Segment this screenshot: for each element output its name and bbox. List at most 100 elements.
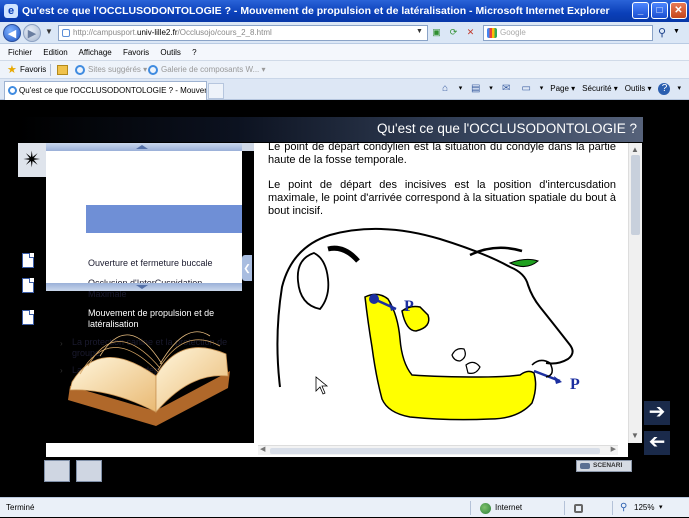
outline-item-ouverture[interactable]: Ouverture et fermeture buccale [88, 258, 238, 269]
collapse-outline-button[interactable]: ❮ [242, 255, 252, 281]
scroll-down-icon[interactable]: ▼ [631, 431, 639, 440]
security-zone[interactable]: Internet [495, 498, 522, 518]
print-dropdown-icon[interactable]: ▾ [540, 83, 544, 95]
mail-icon[interactable]: ✉ [500, 83, 513, 95]
add-favorite-icon[interactable] [57, 65, 68, 75]
compat-icon[interactable]: ▣ [430, 26, 443, 39]
menu-fichier[interactable]: Fichier [8, 48, 32, 57]
scroll-up-icon[interactable]: ▲ [631, 145, 639, 154]
tab-current[interactable]: Qu'est ce que l'OCCLUSODONTOLOGIE ? - Mo… [4, 81, 207, 100]
scrollbar-thumb[interactable] [270, 448, 600, 454]
jaw-illustration: P P [276, 227, 580, 421]
content-horizontal-scrollbar[interactable]: ◀ ▶ [258, 445, 618, 455]
tools-menu[interactable]: Outils ▾ [625, 83, 652, 95]
ie-icon [8, 86, 17, 95]
paragraph-incisives: Le point de départ des incisives est la … [268, 179, 616, 217]
document-icon [22, 278, 34, 293]
menu-help[interactable]: ? [192, 48, 196, 57]
tab-label: Qu'est ce que l'OCCLUSODONTOLOGIE ? - Mo… [19, 86, 207, 95]
forward-icon[interactable]: ▶ [23, 24, 41, 42]
search-dropdown-icon[interactable]: ▼ [673, 28, 680, 35]
protected-mode-icon[interactable] [574, 504, 583, 513]
search-icon[interactable]: ⚲ [658, 26, 666, 39]
refresh-icon[interactable]: ⟳ [447, 26, 460, 39]
security-menu[interactable]: Sécurité ▾ [582, 83, 618, 95]
feeds-dropdown-icon[interactable]: ▾ [489, 83, 493, 95]
tab-bar: Qu'est ce que l'OCCLUSODONTOLOGIE ? - Mo… [0, 79, 689, 100]
menu-edition[interactable]: Edition [43, 48, 67, 57]
close-button[interactable]: ✕ [670, 2, 687, 19]
search-input[interactable]: Google [483, 25, 653, 41]
ie-icon [148, 65, 158, 75]
url-path: /Occlusojo/cours_2_8.html [177, 28, 272, 37]
help-dropdown-icon[interactable]: ▾ [677, 83, 681, 95]
bottom-toolbar [44, 460, 102, 482]
label-p-condyle: P [404, 298, 414, 315]
history-dropdown-icon[interactable]: ▼ [45, 27, 53, 36]
page-icon [62, 29, 70, 37]
menu-affichage[interactable]: Affichage [79, 48, 112, 57]
document-icon [22, 310, 34, 325]
page-viewport: Qu'est ce que l'OCCLUSODONTOLOGIE ? ✴ Ou… [0, 101, 689, 497]
home-dropdown-icon[interactable]: ▾ [459, 83, 463, 95]
url-prefix: http://campusport. [73, 28, 138, 37]
print-icon[interactable]: ▭ [520, 83, 533, 95]
zoom-level[interactable]: 125% [634, 498, 654, 518]
help-icon[interactable]: ? [658, 83, 671, 95]
status-bar: Terminé Internet ⚲ 125% ▾ [0, 497, 689, 517]
favorites-button[interactable]: Favoris [20, 61, 46, 79]
google-icon [487, 28, 497, 38]
favorites-star-icon[interactable]: ★ [7, 61, 17, 79]
command-bar: ⌂ ▾ ▤ ▾ ✉ ▭ ▾ Page ▾ Sécurité ▾ Outils ▾ ? ▾ [439, 83, 681, 95]
scroll-right-icon[interactable]: ▶ [611, 445, 616, 453]
zoom-icon[interactable]: ⚲ [620, 502, 627, 514]
favorites-bar: ★ Favoris Sites suggérés ▾ Galerie de co… [0, 61, 689, 79]
back-icon[interactable]: ◀ [3, 24, 21, 42]
address-bar: ◀ ▶ ▼ http://campusport.univ-lille2.fr/O… [0, 22, 689, 44]
window-titlebar: e Qu'est ce que l'OCCLUSODONTOLOGIE ? - … [0, 0, 689, 22]
document-icon [22, 253, 34, 268]
content-vertical-scrollbar[interactable]: ▲ ▼ [628, 143, 642, 443]
zoom-dropdown-icon[interactable]: ▾ [659, 498, 663, 518]
scroll-left-icon[interactable]: ◀ [260, 445, 265, 453]
outline-selection-highlight [86, 205, 242, 233]
print-icon[interactable] [76, 460, 102, 482]
search-placeholder: Google [500, 28, 526, 37]
stop-icon[interactable]: ✕ [464, 26, 477, 39]
scrollbar-thumb[interactable] [631, 155, 640, 235]
next-arrow-icon[interactable]: ➔ [644, 401, 670, 425]
window-controls: _ □ ✕ [632, 2, 687, 19]
compass-icon[interactable]: ✴ [20, 146, 44, 174]
menu-favoris[interactable]: Favoris [123, 48, 149, 57]
label-p-incisive: P [570, 376, 580, 393]
scenari-logo: SCENARI [576, 460, 632, 472]
home-icon[interactable]: ⌂ [439, 83, 452, 95]
webslice-gallery-link[interactable]: Galerie de composants W... ▾ [161, 61, 266, 79]
maximize-button[interactable]: □ [651, 2, 668, 19]
url-host: univ-lille2.fr [137, 28, 178, 37]
separator [612, 501, 613, 515]
ie-icon: e [4, 4, 18, 18]
paragraph-condyle: Le point de départ condylien est la situ… [268, 143, 616, 166]
separator [564, 501, 565, 515]
page-menu[interactable]: Page ▾ [550, 83, 575, 95]
page-title: Qu'est ce que l'OCCLUSODONTOLOGIE ? [377, 121, 637, 136]
separator [50, 64, 51, 76]
window-title: Qu'est ce que l'OCCLUSODONTOLOGIE ? - Mo… [22, 5, 610, 17]
home-building-icon[interactable] [44, 460, 70, 482]
prev-arrow-icon[interactable]: ➔ [644, 431, 670, 455]
url-dropdown-icon[interactable]: ▼ [416, 28, 423, 35]
outline-scroll-down[interactable] [46, 283, 242, 291]
menu-outils[interactable]: Outils [160, 48, 180, 57]
suggested-sites-link[interactable]: Sites suggérés ▾ [88, 61, 147, 79]
feeds-icon[interactable]: ▤ [469, 83, 482, 95]
status-text: Terminé [6, 503, 35, 512]
internet-zone-icon [480, 503, 491, 514]
outline-scroll-up[interactable] [46, 143, 242, 151]
ie-icon [75, 65, 85, 75]
minimize-button[interactable]: _ [632, 2, 649, 19]
new-tab-button[interactable] [208, 83, 224, 99]
url-field[interactable]: http://campusport.univ-lille2.fr/Occluso… [58, 25, 428, 41]
separator [470, 501, 471, 515]
menu-bar: Fichier Edition Affichage Favoris Outils… [0, 44, 689, 61]
